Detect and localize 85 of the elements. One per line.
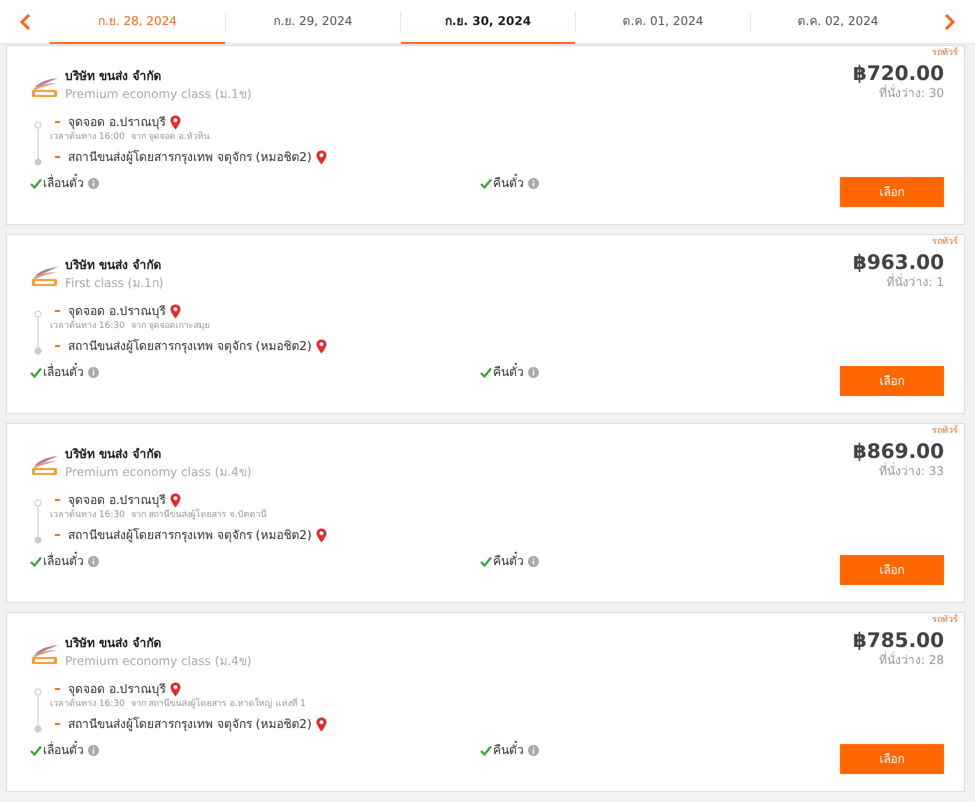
feature-label: คืนตั๋ว — [493, 174, 524, 192]
info-icon[interactable] — [528, 744, 539, 756]
company-name: บริษัท ขนส่ง จำกัด — [65, 68, 162, 85]
map-pin-icon — [316, 150, 327, 164]
dash-mark — [55, 723, 60, 725]
map-pin-icon — [170, 682, 181, 696]
origin-stop: จุดจอด อ.ปราณบุรี — [68, 492, 166, 508]
map-pin-icon — [316, 528, 327, 542]
dash-mark — [55, 310, 60, 312]
feature-label: เลื่อนตั๋ว — [43, 741, 84, 759]
map-pin-icon — [170, 114, 181, 130]
feature-label: คืนตั๋ว — [493, 552, 524, 570]
feature-label: เลื่อนตั๋ว — [43, 174, 84, 192]
origin-stop: จุดจอด อ.ปราณบุรี — [68, 681, 166, 698]
company-name: บริษัท ขนส่ง จำกัด — [65, 635, 162, 652]
info-icon[interactable] — [88, 744, 99, 756]
info-icon[interactable] — [88, 366, 99, 378]
dash-mark — [55, 534, 60, 536]
map-pin-icon — [170, 304, 181, 318]
dash-mark — [55, 156, 60, 158]
date-tab[interactable]: ต.ค. 02, 2024 — [751, 0, 925, 44]
origin-stop: จุดจอด อ.ปราณบุรี — [68, 303, 166, 320]
select-button[interactable]: เลือก — [840, 177, 944, 207]
seat-class: First class (ม.1ก) — [65, 275, 164, 292]
chevron-left-icon — [19, 12, 31, 30]
dash-mark — [55, 688, 60, 690]
company-name: บริษัท ขนส่ง จำกัด — [65, 446, 162, 463]
map-pin-icon — [316, 716, 327, 732]
seat-class: Premium economy class (ม.1ข) — [65, 86, 252, 103]
departure-origin: จาก สถานีขนส่งผู้โดยสาร อ.หาดใหญ่ แห่งที่ 1 — [130, 698, 306, 711]
info-icon[interactable] — [528, 178, 539, 188]
bus-type-tag: รถทัวร์ — [932, 47, 958, 59]
info-icon[interactable] — [88, 178, 99, 188]
map-pin-icon — [316, 338, 327, 354]
feature-label: เลื่อนตั๋ว — [43, 552, 84, 570]
departure-time: เวลาต้นทาง 16:30 — [50, 509, 125, 522]
select-button[interactable]: เลือก — [840, 555, 944, 585]
departure-origin: จาก จุดจอดเกาะสมุย — [130, 320, 210, 333]
bus-type-tag: รถทัวร์ — [932, 425, 958, 437]
feature-label: คืนตั๋ว — [493, 741, 524, 759]
info-icon[interactable] — [528, 556, 539, 566]
departure-time: เวลาต้นทาง 16:00 — [50, 131, 125, 144]
available-seats: ที่นั่งว่าง: 28 — [878, 652, 944, 668]
map-pin-icon — [170, 492, 181, 508]
select-button[interactable]: เลือก — [840, 366, 944, 396]
available-seats: ที่นั่งว่าง: 1 — [886, 274, 944, 290]
feature-label: คืนตั๋ว — [493, 363, 524, 381]
bus-company-logo — [31, 76, 59, 98]
destination-stop: สถานีขนส่งผู้โดยสารกรุงเทพ จตุจักร (หมอชิต2) — [68, 716, 312, 733]
seat-class: Premium economy class (ม.4ข) — [65, 464, 252, 481]
dash-mark — [55, 345, 60, 347]
departure-time: เวลาต้นทาง 16:30 — [50, 320, 125, 333]
bus-company-logo — [31, 265, 59, 287]
date-tab[interactable]: ต.ค. 01, 2024 — [576, 0, 750, 44]
dash-mark — [55, 499, 60, 501]
bus-company-logo — [31, 454, 59, 476]
route-timeline-drawing — [34, 310, 42, 355]
select-button[interactable]: เลือก — [840, 744, 944, 774]
route-timeline-drawing — [34, 121, 42, 166]
company-name: บริษัท ขนส่ง จำกัด — [65, 257, 162, 274]
destination-stop: สถานีขนส่งผู้โดยสารกรุงเทพ จตุจักร (หมอชิต2) — [68, 149, 312, 166]
bus-type-tag: รถทัวร์ — [932, 236, 958, 248]
ticket-price: ฿720.00 — [852, 61, 944, 85]
destination-stop: สถานีขนส่งผู้โดยสารกรุงเทพ จตุจักร (หมอชิต2) — [68, 527, 312, 544]
departure-origin: จาก สถานีขนส่งผู้โดยสาร จ.ปัตตานี — [130, 509, 266, 522]
bus-company-logo — [31, 643, 59, 665]
bus-type-tag: รถทัวร์ — [932, 614, 958, 626]
origin-stop: จุดจอด อ.ปราณบุรี — [68, 114, 166, 131]
available-seats: ที่นั่งว่าง: 33 — [878, 463, 944, 479]
ticket-price: ฿785.00 — [852, 628, 944, 652]
date-tab[interactable]: ก.ย. 29, 2024 — [226, 0, 400, 44]
info-icon[interactable] — [88, 556, 99, 566]
chevron-right-icon — [944, 12, 956, 30]
destination-stop: สถานีขนส่งผู้โดยสารกรุงเทพ จตุจักร (หมอชิต2) — [68, 338, 312, 355]
feature-label: เลื่อนตั๋ว — [43, 363, 84, 381]
available-seats: ที่นั่งว่าง: 30 — [878, 85, 944, 101]
dash-mark — [55, 121, 60, 123]
ticket-price: ฿869.00 — [852, 439, 944, 463]
seat-class: Premium economy class (ม.4ข) — [65, 653, 252, 670]
ticket-price: ฿963.00 — [852, 250, 944, 274]
info-icon[interactable] — [528, 366, 539, 378]
departure-time: เวลาต้นทาง 16:30 — [50, 698, 125, 711]
route-timeline-drawing — [34, 688, 42, 733]
departure-origin: จาก จุดจอด อ.หัวหิน — [130, 131, 210, 144]
route-timeline-drawing — [34, 499, 42, 544]
